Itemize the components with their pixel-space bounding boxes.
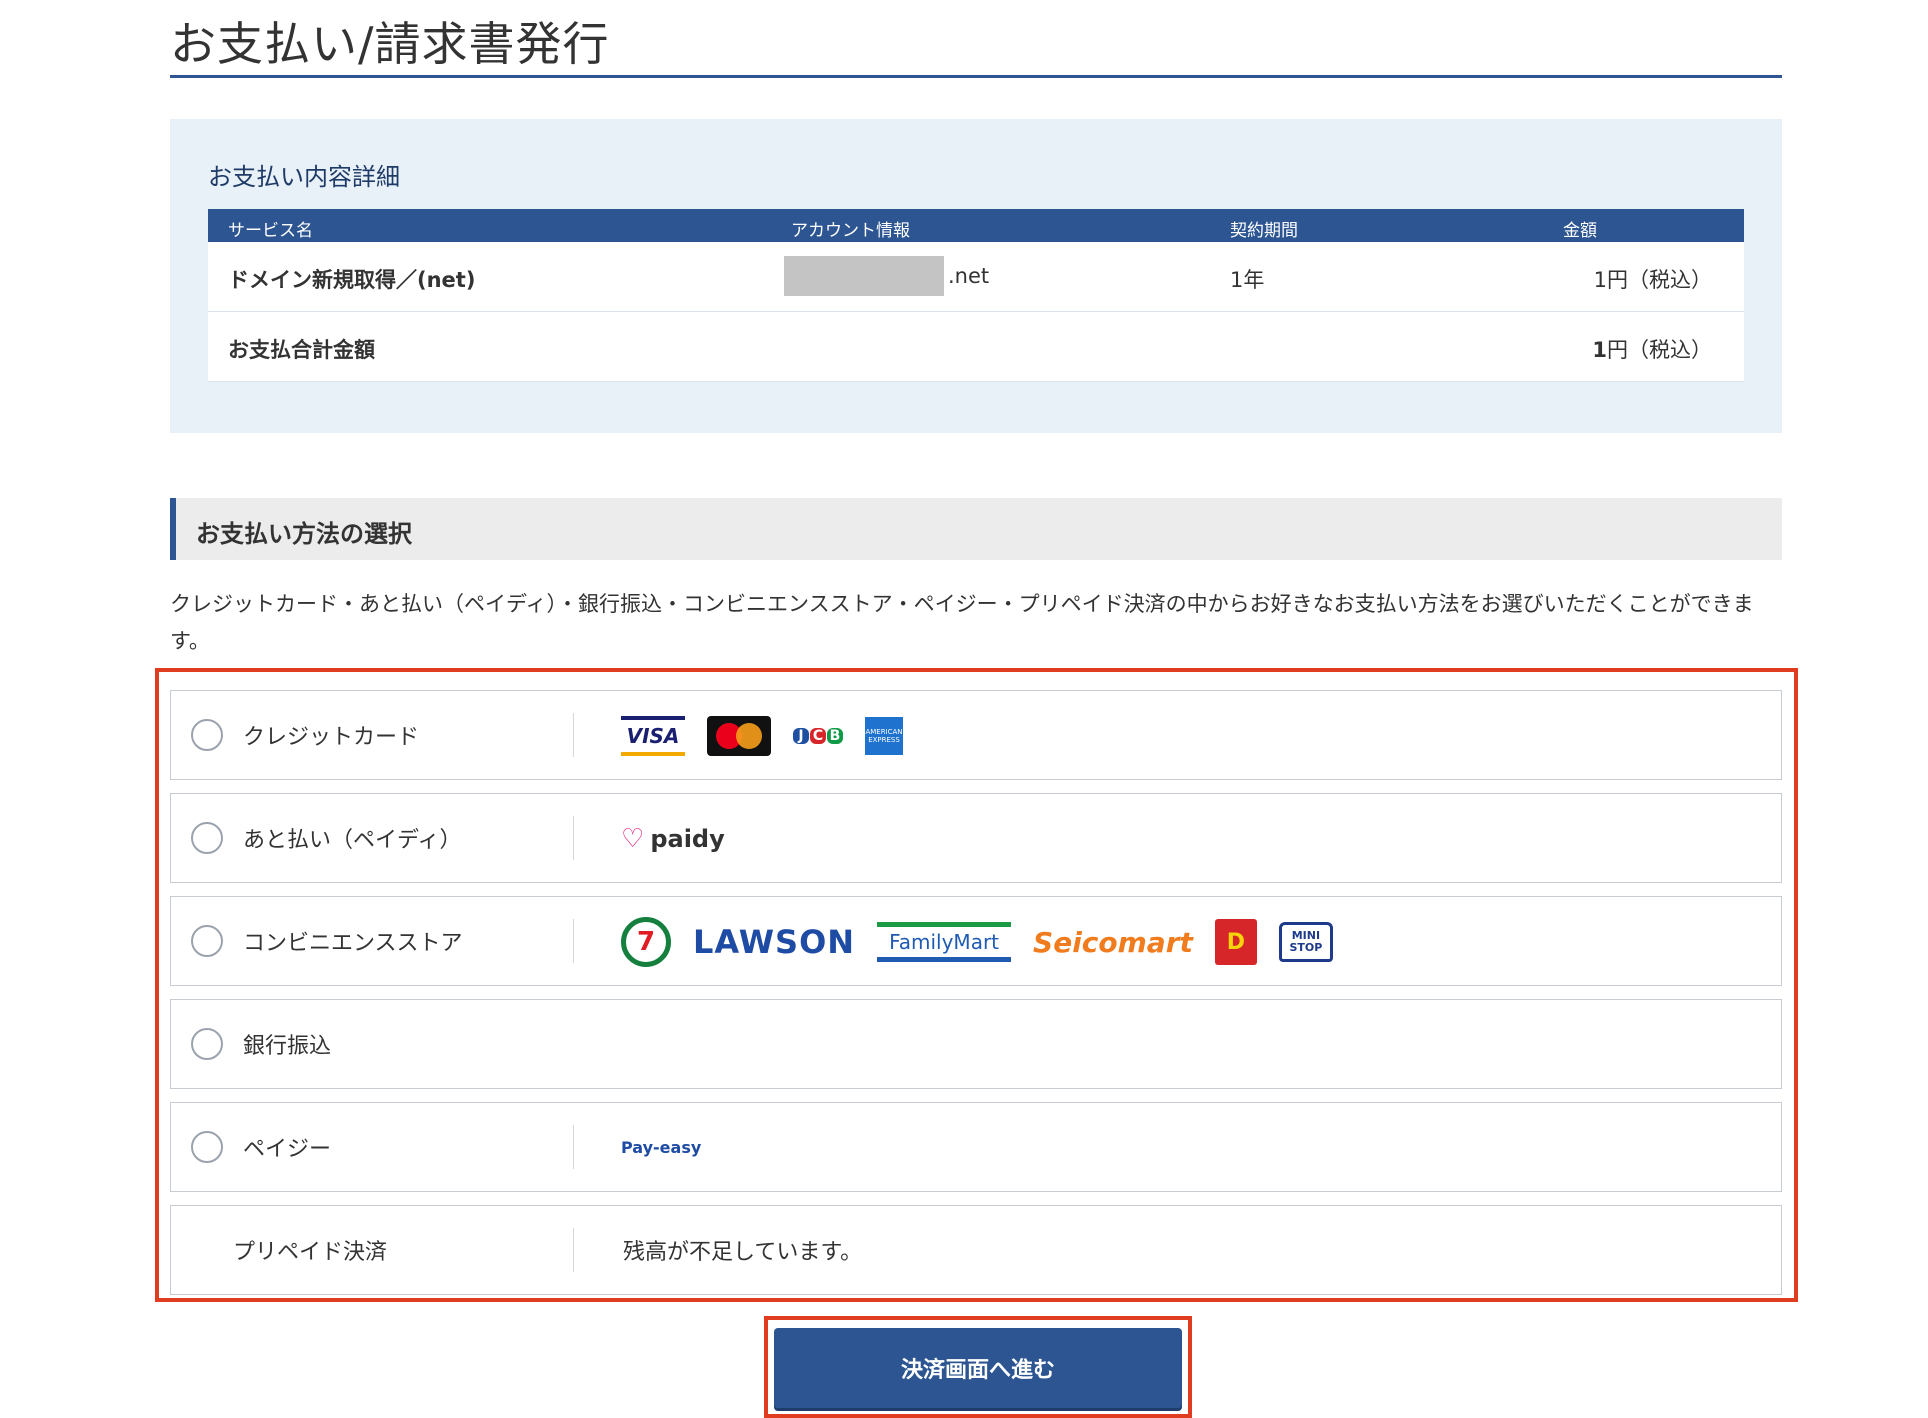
paidy-logo: ♡ paidy [621, 824, 725, 854]
title-divider [170, 75, 1782, 78]
paidy-logos: ♡ paidy [621, 814, 725, 864]
option-label-credit-card: クレジットカード [243, 725, 420, 750]
jcb-logo: J C B [793, 716, 843, 756]
payment-option-convenience-store[interactable]: コンビニエンスストア 7 LAWSON FamilyMart Seicomart… [170, 896, 1782, 986]
account-domain-suffix: .net [948, 264, 990, 288]
option-label-convenience-store: コンビニエンスストア [243, 931, 463, 956]
seven-eleven-logo: 7 [621, 917, 671, 967]
payeasy-wordmark: Pay-easy [621, 1138, 702, 1157]
payment-option-payeasy[interactable]: ペイジー Pay-easy [170, 1102, 1782, 1192]
option-divider [573, 919, 574, 963]
credit-card-logos: VISA J C B AMERICAN EXPRESS [621, 711, 903, 761]
total-row: お支払合計金額 1円（税込） [208, 312, 1744, 382]
option-label-payeasy: ペイジー [243, 1137, 332, 1162]
mastercard-yellow-circle [736, 723, 762, 749]
mastercard-logo [707, 716, 771, 756]
total-amount-number: 1 [1592, 338, 1607, 362]
payment-detail-panel: お支払い内容詳細 サービス名 アカウント情報 契約期間 金額 ドメイン新規取得／… [170, 119, 1782, 433]
payment-option-paidy[interactable]: あと払い（ペイディ） ♡ paidy [170, 793, 1782, 883]
radio-credit-card[interactable] [191, 719, 223, 751]
prepaid-balance-note: 残高が不足しています。 [623, 1240, 863, 1265]
daily-yamazaki-logo: D [1214, 919, 1257, 965]
payment-method-description: クレジットカード・あと払い（ペイディ）・銀行振込・コンビニエンスストア・ペイジー… [170, 592, 1754, 653]
familymart-logo: FamilyMart [877, 922, 1012, 962]
table-header: サービス名 アカウント情報 契約期間 金額 [208, 209, 1744, 242]
visa-logo: VISA [621, 716, 685, 756]
payeasy-logos: Pay-easy [621, 1123, 701, 1173]
payment-option-prepaid: プリペイド決済 残高が不足しています。 [170, 1205, 1782, 1295]
radio-paidy[interactable] [191, 822, 223, 854]
payment-option-credit-card[interactable]: クレジットカード VISA J C B AMERICAN EXPRESS [170, 690, 1782, 780]
paidy-wordmark: paidy [650, 825, 725, 853]
ministop-logo: MINI STOP [1278, 922, 1333, 962]
payment-method-heading-text: お支払い方法の選択 [196, 520, 412, 548]
column-header-period: 契約期間 [1230, 221, 1298, 241]
column-header-service: サービス名 [228, 221, 313, 241]
option-divider [573, 816, 574, 860]
column-header-amount: 金額 [1563, 221, 1597, 241]
radio-bank-transfer[interactable] [191, 1028, 223, 1060]
option-label-paidy: あと払い（ペイディ） [243, 828, 462, 853]
payment-detail-heading: お支払い内容詳細 [208, 163, 400, 191]
table-row: ドメイン新規取得／(net) .net 1年 1円（税込） [208, 242, 1744, 312]
amex-logo: AMERICAN EXPRESS [865, 717, 903, 755]
service-amount: 1円（税込） [1593, 268, 1712, 292]
column-header-account: アカウント情報 [791, 221, 910, 241]
payeasy-logo: Pay-easy [621, 1140, 701, 1156]
total-label: お支払合計金額 [228, 338, 375, 362]
option-divider [573, 1228, 574, 1272]
jcb-letter-j: J [793, 728, 809, 744]
option-label-prepaid: プリペイド決済 [233, 1240, 388, 1265]
paidy-heart-icon: ♡ [621, 824, 645, 854]
option-label-bank-transfer: 銀行振込 [243, 1034, 332, 1059]
contract-period: 1年 [1230, 268, 1265, 292]
total-amount-suffix: 円（税込） [1607, 338, 1712, 362]
page-title: お支払い/請求書発行 [170, 17, 610, 71]
jcb-letter-b: B [827, 728, 843, 744]
seicomart-logo: Seicomart [1033, 925, 1193, 959]
radio-convenience-store[interactable] [191, 925, 223, 957]
redacted-account-name [784, 256, 944, 296]
lawson-logo: LAWSON [693, 923, 856, 961]
payment-detail-table: サービス名 アカウント情報 契約期間 金額 ドメイン新規取得／(net) .ne… [208, 209, 1744, 382]
convenience-store-logos: 7 LAWSON FamilyMart Seicomart D MINI STO… [621, 917, 1333, 967]
payment-option-bank-transfer[interactable]: 銀行振込 [170, 999, 1782, 1089]
radio-payeasy[interactable] [191, 1131, 223, 1163]
option-divider [573, 713, 574, 757]
proceed-to-payment-button[interactable]: 決済画面へ進む [774, 1328, 1182, 1408]
jcb-letter-c: C [810, 728, 826, 744]
option-divider [573, 1125, 574, 1169]
payment-method-heading: お支払い方法の選択 [170, 498, 1782, 560]
total-amount: 1円（税込） [1592, 334, 1712, 364]
service-name: ドメイン新規取得／(net) [228, 268, 476, 292]
